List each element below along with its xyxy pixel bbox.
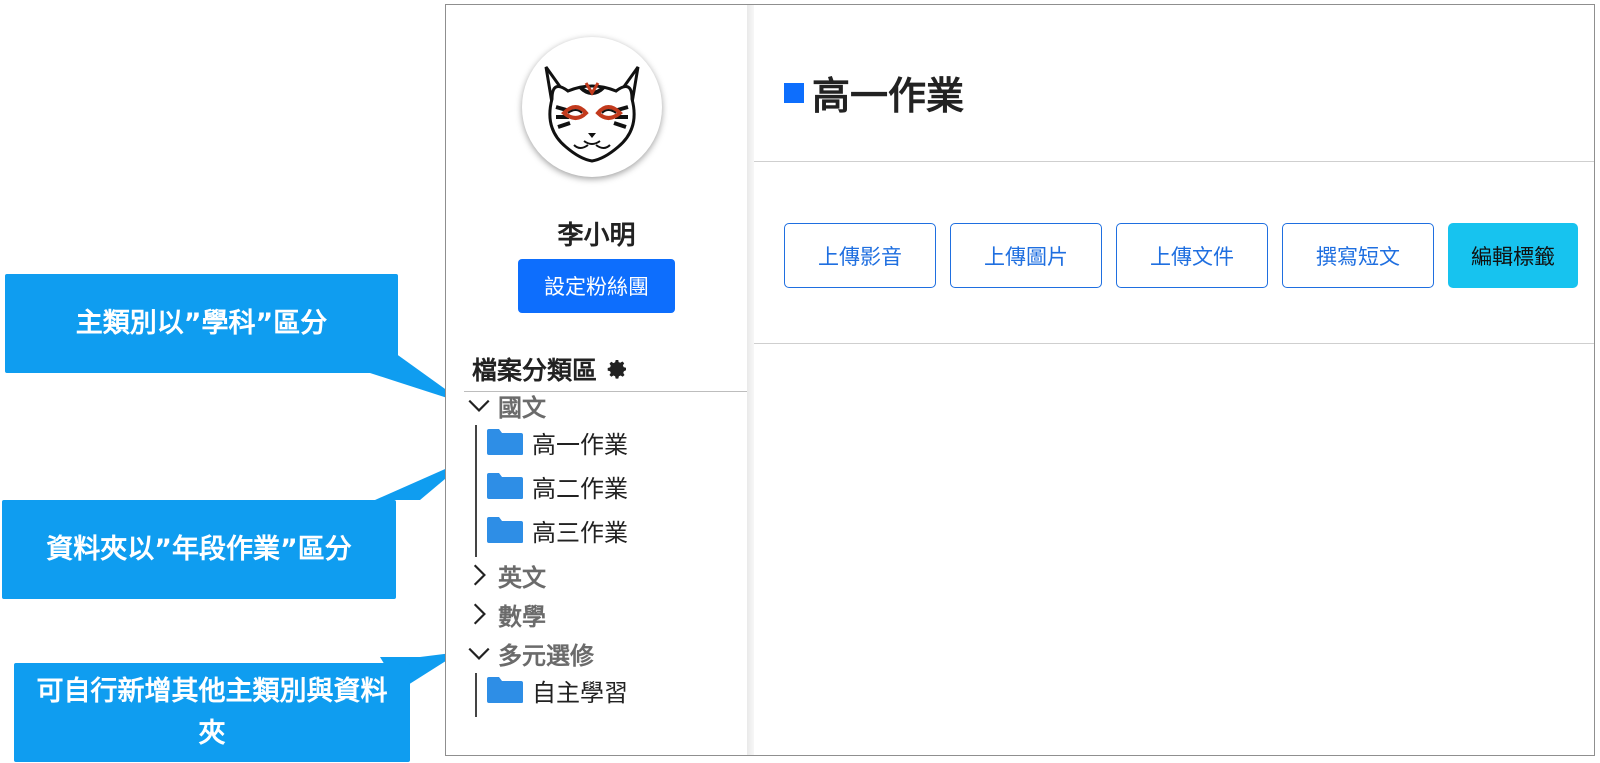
chevron-down-icon[interactable] — [466, 640, 492, 666]
callout-folder-text: 資料夾以”年段作業”區分 — [46, 533, 352, 565]
category-label: 多元選修 — [498, 641, 594, 670]
toolbar-divider — [754, 343, 1594, 344]
app-window: 李小明 設定粉絲團 檔案分類區 國文 高一作業 高二作業 高三作業 英文 數學 … — [445, 4, 1595, 756]
category-english[interactable]: 英文 — [466, 558, 546, 592]
sidebar: 李小明 設定粉絲團 檔案分類區 國文 高一作業 高二作業 高三作業 英文 數學 … — [446, 5, 747, 755]
folder-label: 高三作業 — [532, 518, 628, 547]
sidebar-divider — [747, 5, 754, 755]
title-square-icon — [784, 82, 804, 103]
folder-icon — [487, 677, 523, 703]
edit-tags-button[interactable]: 編輯標籤 — [1448, 223, 1578, 288]
header-divider — [754, 161, 1594, 162]
category-label: 國文 — [498, 393, 546, 422]
page-title-text: 高一作業 — [812, 74, 965, 118]
category-label: 數學 — [498, 602, 546, 631]
chevron-right-icon[interactable] — [466, 601, 492, 627]
folder-label: 高二作業 — [532, 474, 628, 503]
category-electives[interactable]: 多元選修 — [466, 636, 594, 670]
folder-grade12-homework[interactable]: 高三作業 — [486, 511, 628, 549]
folder-icon — [487, 429, 523, 455]
folder-label: 自主學習 — [532, 678, 628, 707]
callout-category-text: 主類別以”學科”區分 — [75, 307, 328, 339]
folder-icon — [487, 473, 523, 499]
action-toolbar: 上傳影音 上傳圖片 上傳文件 撰寫短文 編輯標籤 — [784, 223, 1578, 288]
page-title: 高一作業 — [784, 65, 964, 120]
upload-document-button[interactable]: 上傳文件 — [1116, 223, 1268, 288]
folder-grade10-homework[interactable]: 高一作業 — [486, 423, 628, 461]
tree-guide-line — [475, 425, 477, 557]
folder-icon — [487, 517, 523, 543]
chevron-right-icon[interactable] — [466, 562, 492, 588]
callout-custom-note: 可自行新增其他主類別與資料夾 — [14, 663, 410, 762]
folder-self-learning[interactable]: 自主學習 — [486, 671, 628, 709]
write-article-button[interactable]: 撰寫短文 — [1282, 223, 1434, 288]
chevron-down-icon[interactable] — [466, 392, 492, 418]
category-tree: 國文 高一作業 高二作業 高三作業 英文 數學 多元選修 自主學習 — [446, 5, 747, 755]
upload-video-button[interactable]: 上傳影音 — [784, 223, 936, 288]
tree-guide-line — [475, 673, 477, 717]
main-content: 高一作業 上傳影音 上傳圖片 上傳文件 撰寫短文 編輯標籤 — [754, 5, 1594, 755]
callout-custom-text: 可自行新增其他主類別與資料夾 — [36, 675, 388, 749]
upload-image-button[interactable]: 上傳圖片 — [950, 223, 1102, 288]
folder-grade11-homework[interactable]: 高二作業 — [486, 467, 628, 505]
category-chinese[interactable]: 國文 — [466, 388, 546, 422]
callout-folder-note: 資料夾以”年段作業”區分 — [2, 500, 396, 599]
category-label: 英文 — [498, 563, 546, 592]
folder-label: 高一作業 — [532, 430, 628, 459]
category-math[interactable]: 數學 — [466, 597, 546, 631]
callout-category-note: 主類別以”學科”區分 — [5, 274, 398, 373]
